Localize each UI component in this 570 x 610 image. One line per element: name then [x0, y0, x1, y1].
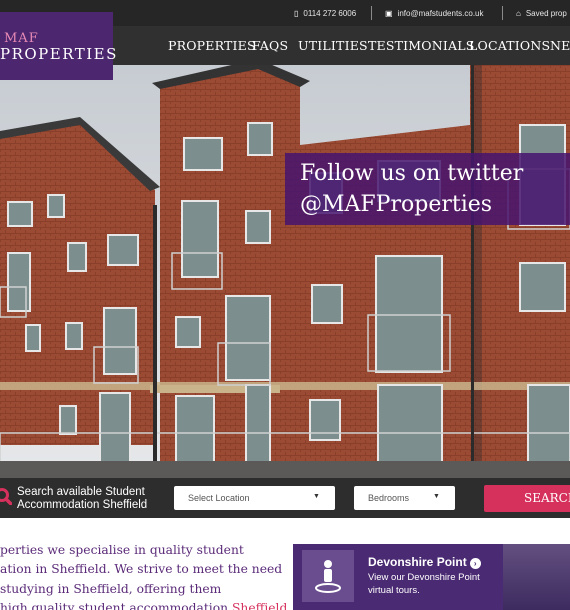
search-icon — [0, 488, 12, 505]
home-icon: ⌂ — [516, 8, 521, 18]
location-pin-icon — [302, 550, 354, 602]
devonshire-point-promo[interactable]: Devonshire Point › View our Devonshire Po… — [293, 544, 570, 610]
email-address: info@mafstudents.co.uk — [397, 8, 484, 18]
site-logo[interactable]: MAF PROPERTIES — [0, 12, 116, 80]
property-search-bar: Search available Student Accommodation S… — [0, 478, 570, 518]
twitter-banner-line1: Follow us on twitter — [300, 161, 524, 186]
bedrooms-select-value: Bedrooms — [368, 493, 410, 503]
nav-item-locations[interactable]: LOCATIONS — [469, 38, 550, 53]
search-heading-line1: Search available Student — [17, 486, 145, 498]
arrow-right-icon: › — [469, 558, 481, 569]
logo-text-top: MAF — [4, 31, 39, 46]
divider — [502, 6, 503, 20]
hero-building-image — [0, 65, 570, 478]
nav-item-faqs[interactable]: FAQS — [252, 38, 288, 53]
search-button[interactable]: SEARCH — [484, 485, 570, 512]
phone-contact[interactable]: ▯ 0114 272 6006 — [294, 0, 356, 26]
twitter-banner[interactable]: Follow us on twitter @MAFProperties — [285, 153, 570, 225]
intro-line: studying in Sheffield, offering them — [0, 581, 222, 596]
location-select-value: Select Location — [188, 493, 250, 503]
promo-desc-line1: View our Devonshire Point — [368, 572, 480, 583]
intro-text: high quality student accommodation — [0, 601, 232, 610]
nav-item-news[interactable]: NEV — [550, 38, 570, 53]
promo-desc-line2: virtual tours. — [368, 584, 420, 596]
intro-line: perties we specialise in quality student — [0, 543, 244, 557]
nav-item-testimonials[interactable]: TESTIMONIALS — [368, 38, 475, 53]
search-heading-line2: Accommodation Sheffield — [17, 499, 148, 511]
intro-line: ation in Sheffield. We strive to meet th… — [0, 562, 283, 577]
chevron-down-icon: ▼ — [433, 493, 440, 500]
search-heading: Search available Student Accommodation S… — [17, 486, 147, 512]
bedrooms-select[interactable]: Bedrooms ▼ — [354, 486, 455, 510]
saved-properties-label: Saved prop — [525, 8, 567, 18]
laptop-icon: ▣ — [385, 8, 393, 18]
twitter-banner-line2: @MAFProperties — [300, 192, 493, 217]
logo-text-bottom: PROPERTIES — [0, 45, 118, 63]
location-select[interactable]: Select Location ▼ — [174, 486, 335, 510]
chevron-down-icon: ▼ — [313, 493, 320, 500]
phone-icon: ▯ — [294, 8, 299, 18]
hero-banner: Follow us on twitter @MAFProperties — [0, 65, 570, 478]
intro-paragraph: perties we specialise in quality student… — [0, 541, 287, 610]
nav-item-utilities[interactable]: UTILITIES — [298, 38, 368, 53]
nav-item-properties[interactable]: PROPERTIES — [168, 38, 256, 53]
promo-description: View our Devonshire Point virtual tours. — [368, 572, 498, 597]
email-contact[interactable]: ▣ info@mafstudents.co.uk — [385, 0, 484, 26]
phone-number: 0114 272 6006 — [303, 8, 357, 18]
intro-line: high quality student accommodation Sheff… — [0, 599, 287, 610]
sheffield-link[interactable]: Sheffield — [232, 601, 287, 610]
promo-title: Devonshire Point › — [368, 555, 481, 569]
promo-background-image — [503, 544, 570, 610]
divider — [371, 6, 372, 20]
saved-properties-link[interactable]: ⌂ Saved prop — [516, 0, 567, 26]
promo-title-text: Devonshire Point — [368, 555, 467, 569]
